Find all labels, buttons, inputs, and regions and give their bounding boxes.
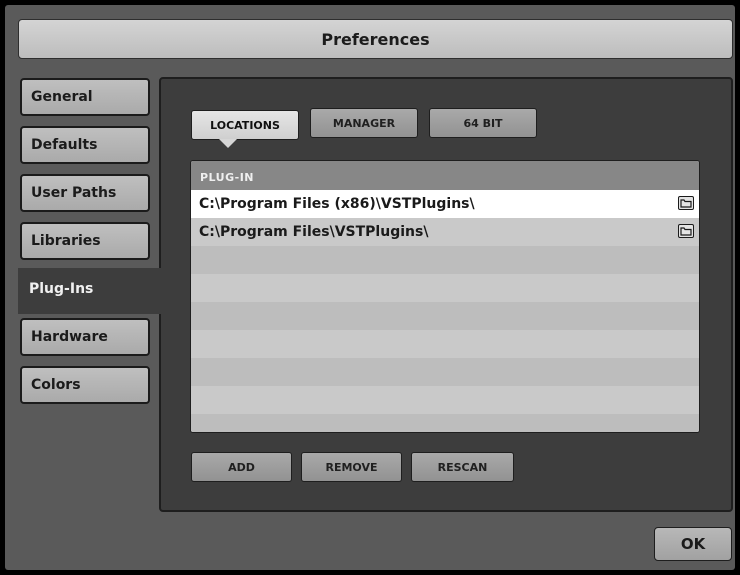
nav-item-user-paths[interactable]: User Paths <box>20 174 150 212</box>
table-row[interactable]: C:\Program Files\VSTPlugins\ <box>191 218 699 246</box>
table-row-empty <box>191 302 699 330</box>
nav-item-hardware[interactable]: Hardware <box>20 318 150 356</box>
table-header-plug-in: PLUG-IN <box>191 161 699 190</box>
table-row-empty <box>191 386 699 414</box>
nav-item-libraries[interactable]: Libraries <box>20 222 150 260</box>
table-row-empty <box>191 246 699 274</box>
table-row-empty <box>191 358 699 386</box>
active-tab-pointer-icon <box>219 139 237 148</box>
table-row-empty <box>191 414 699 432</box>
ok-button[interactable]: OK <box>654 527 732 561</box>
plugin-locations-table: PLUG-IN C:\Program Files (x86)\VSTPlugin… <box>190 160 700 433</box>
plugin-path: C:\Program Files (x86)\VSTPlugins\ <box>199 196 475 212</box>
tab-manager[interactable]: MANAGER <box>310 108 418 138</box>
nav-item-plug-ins[interactable]: Plug-Ins <box>18 268 164 314</box>
window-title: Preferences <box>18 19 733 59</box>
table-row-empty <box>191 330 699 358</box>
add-button[interactable]: ADD <box>191 452 292 482</box>
table-row-empty <box>191 274 699 302</box>
folder-icon[interactable] <box>678 224 694 238</box>
tab-locations[interactable]: LOCATIONS <box>191 110 299 140</box>
remove-button[interactable]: REMOVE <box>301 452 402 482</box>
folder-icon[interactable] <box>678 196 694 210</box>
table-row[interactable]: C:\Program Files (x86)\VSTPlugins\ <box>191 190 699 218</box>
nav-item-colors[interactable]: Colors <box>20 366 150 404</box>
plugin-path: C:\Program Files\VSTPlugins\ <box>199 224 429 240</box>
nav-item-general[interactable]: General <box>20 78 150 116</box>
rescan-button[interactable]: RESCAN <box>411 452 514 482</box>
tab-64-bit[interactable]: 64 BIT <box>429 108 537 138</box>
nav-item-defaults[interactable]: Defaults <box>20 126 150 164</box>
